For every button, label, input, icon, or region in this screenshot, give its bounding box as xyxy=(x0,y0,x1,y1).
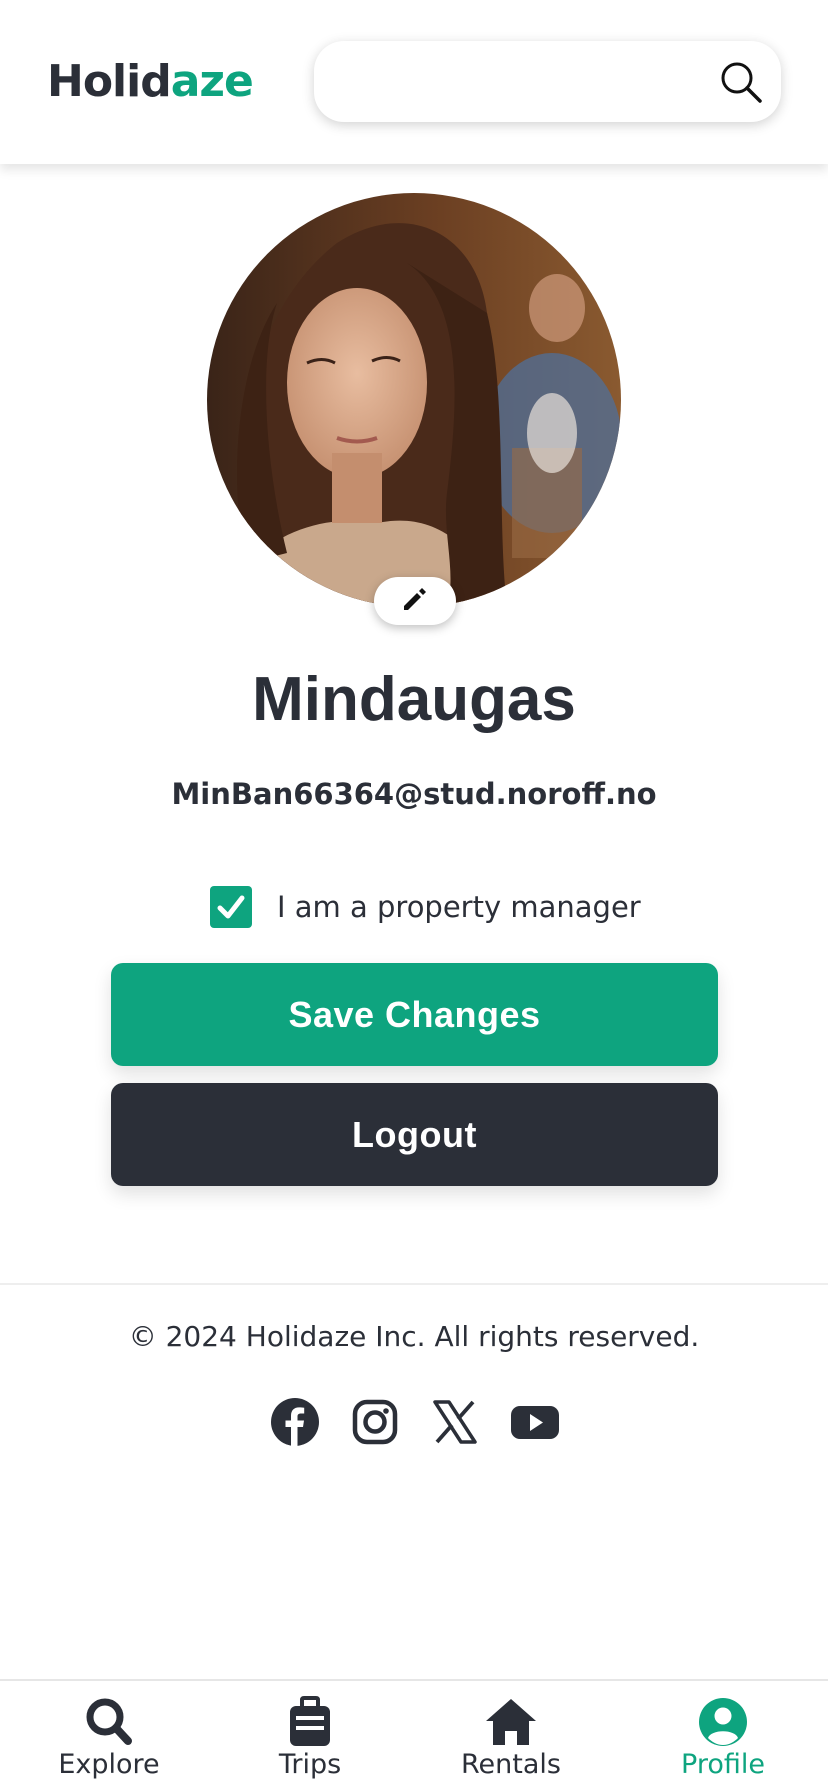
top-header: Holidaze xyxy=(0,0,828,164)
search-icon[interactable] xyxy=(719,60,763,104)
copyright-text: © 2024 Holidaze Inc. All rights reserved… xyxy=(128,1320,700,1353)
nav-label-explore: Explore xyxy=(58,1749,160,1780)
profile-avatar xyxy=(207,193,621,607)
search-bar[interactable] xyxy=(314,41,781,122)
youtube-icon[interactable] xyxy=(510,1397,560,1447)
suitcase-icon xyxy=(282,1696,338,1748)
save-changes-button[interactable]: Save Changes xyxy=(111,963,718,1066)
property-manager-option[interactable]: I am a property manager xyxy=(210,886,641,928)
search-input[interactable] xyxy=(338,59,698,103)
x-icon[interactable] xyxy=(430,1397,480,1447)
nav-item-rentals[interactable]: Rentals xyxy=(421,1681,601,1792)
nav-label-profile: Profile xyxy=(681,1749,765,1780)
logo-text-dark: Holid xyxy=(47,56,172,107)
profile-page: Holidaze Mindaugas MinBan66364@stud.noro… xyxy=(0,0,828,1792)
holidaze-logo[interactable]: Holidaze xyxy=(47,52,254,112)
facebook-icon[interactable] xyxy=(270,1397,320,1447)
checkmark-icon xyxy=(217,895,245,919)
search-icon xyxy=(81,1696,137,1748)
user-circle-icon xyxy=(695,1696,751,1748)
property-manager-checkbox[interactable] xyxy=(210,886,252,928)
nav-label-rentals: Rentals xyxy=(461,1749,561,1780)
nav-item-profile[interactable]: Profile xyxy=(633,1681,813,1792)
profile-name: Mindaugas xyxy=(252,665,576,734)
pencil-icon xyxy=(401,585,429,617)
page-footer: © 2024 Holidaze Inc. All rights reserved… xyxy=(0,1283,828,1679)
nav-label-trips: Trips xyxy=(278,1749,342,1780)
nav-item-trips[interactable]: Trips xyxy=(220,1681,400,1792)
logout-button[interactable]: Logout xyxy=(111,1083,718,1186)
profile-email: MinBan66364@stud.noroff.no xyxy=(171,777,657,811)
bottom-navigation: Explore Trips Rentals Profile xyxy=(0,1679,828,1792)
nav-item-explore[interactable]: Explore xyxy=(19,1681,199,1792)
social-links xyxy=(270,1397,560,1447)
instagram-icon[interactable] xyxy=(350,1397,400,1447)
home-icon xyxy=(483,1696,539,1748)
property-manager-label[interactable]: I am a property manager xyxy=(277,890,641,924)
logo-text-accent: aze xyxy=(170,56,254,107)
edit-avatar-button[interactable] xyxy=(374,577,456,625)
